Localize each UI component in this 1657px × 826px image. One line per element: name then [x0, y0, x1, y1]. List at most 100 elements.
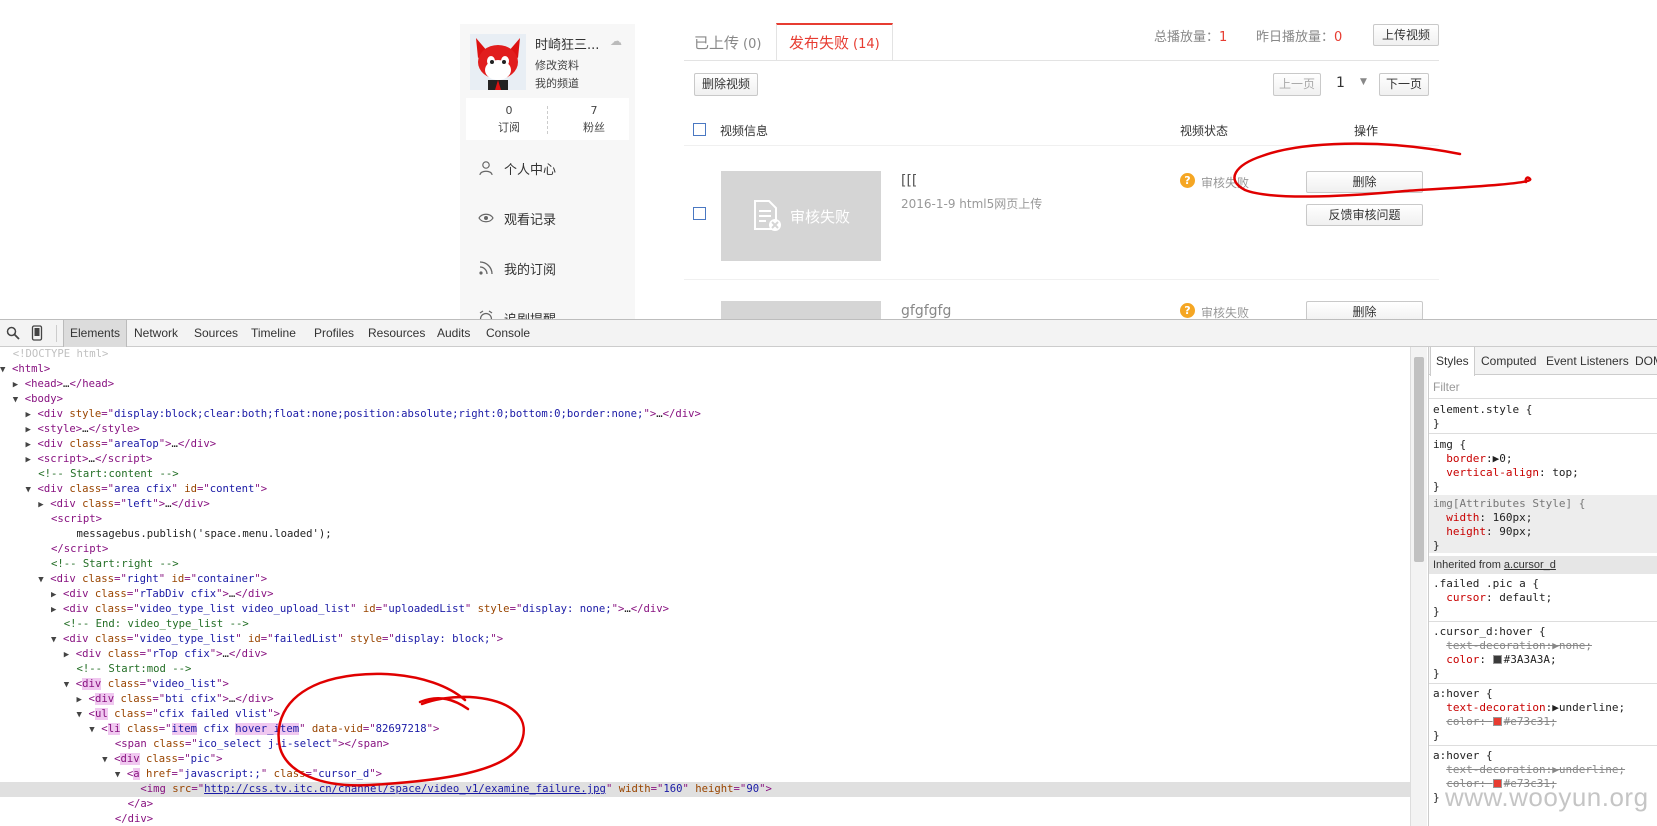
- dom-node[interactable]: ▶ <div class="left">…</div>: [0, 497, 1410, 512]
- page-dropdown-icon[interactable]: ▼: [1360, 77, 1367, 87]
- stat-divider: [547, 106, 548, 134]
- dom-node[interactable]: </script>: [0, 542, 1410, 557]
- dom-node[interactable]: ▶ <div style="display:block;clear:both;fl…: [0, 407, 1410, 422]
- feedback-review-button[interactable]: 反馈审核问题: [1306, 204, 1423, 226]
- dom-node[interactable]: messagebus.publish('space.menu.loaded');: [0, 527, 1410, 542]
- style-rule: element.style {: [1433, 403, 1533, 416]
- dom-node[interactable]: <!-- Start:right -->: [0, 557, 1410, 572]
- inherited-link[interactable]: a.cursor_d: [1504, 559, 1556, 571]
- dom-node[interactable]: ▼ <a href="javascript:;" class="cursor_d"…: [0, 767, 1410, 782]
- video-thumbnail[interactable]: [721, 301, 881, 319]
- style-prop[interactable]: text-decoration:▶underline;: [1433, 763, 1625, 777]
- video-title[interactable]: [[[: [901, 173, 917, 189]
- tabs-divider: [684, 60, 1439, 61]
- tab-dom-breakpoints[interactable]: DOM: [1630, 347, 1657, 375]
- tab-sources[interactable]: Sources: [188, 320, 244, 347]
- row-divider: [684, 279, 1439, 280]
- cloud-icon: ☁: [610, 34, 622, 48]
- scrollbar-thumb[interactable]: [1414, 357, 1424, 562]
- menu-item-drama-alerts[interactable]: 追剧提醒: [478, 306, 556, 319]
- dom-node[interactable]: ▶ <div class="video_type_list video_uploa…: [0, 602, 1410, 617]
- delete-video-button[interactable]: 删除视频: [694, 73, 758, 96]
- dom-node[interactable]: ▶ <div class="bti cfix">…</div>: [0, 692, 1410, 707]
- menu-item-personal-center[interactable]: 个人中心: [478, 156, 556, 180]
- delete-row-button[interactable]: 删除: [1306, 301, 1423, 319]
- avatar[interactable]: [470, 34, 526, 90]
- tab-profiles[interactable]: Profiles: [308, 320, 360, 347]
- prev-page-button[interactable]: 上一页: [1273, 73, 1321, 96]
- next-page-button[interactable]: 下一页: [1379, 73, 1429, 96]
- tab-resources[interactable]: Resources: [362, 320, 431, 347]
- dom-node[interactable]: <!-- Start:content -->: [0, 467, 1410, 482]
- dom-node[interactable]: </div>: [0, 812, 1410, 826]
- dom-node[interactable]: ▶ <div class="rTop cfix">…</div>: [0, 647, 1410, 662]
- inspect-search-icon[interactable]: [6, 326, 20, 340]
- dom-node[interactable]: ▶ <div class="areaTop">…</div>: [0, 437, 1410, 452]
- dom-node[interactable]: <!-- End: video_type_list -->: [0, 617, 1410, 632]
- page-number[interactable]: 1: [1336, 75, 1345, 91]
- dom-node[interactable]: ▶ <div class="rTabDiv cfix">…</div>: [0, 587, 1410, 602]
- my-channel-link[interactable]: 我的频道: [535, 75, 579, 91]
- dom-node[interactable]: ▼ <div class="area cfix" id="content">: [0, 482, 1410, 497]
- dom-node[interactable]: ▼ <html>: [0, 362, 1410, 377]
- styles-filter-input[interactable]: Filter: [1429, 375, 1657, 399]
- tab-audits[interactable]: Audits: [431, 320, 476, 347]
- style-prop[interactable]: text-decoration:▶none;: [1433, 639, 1592, 653]
- edit-profile-link[interactable]: 修改资料: [535, 57, 579, 73]
- dom-node[interactable]: <script>: [0, 512, 1410, 527]
- video-title[interactable]: gfgfgfg: [901, 303, 951, 319]
- dom-node[interactable]: ▼ <div class="pic">: [0, 752, 1410, 767]
- fans-label: 粉丝: [583, 121, 605, 134]
- select-all-checkbox[interactable]: [693, 123, 706, 136]
- dom-node[interactable]: ▼ <li class="item cfix hover_item" data-v…: [0, 722, 1410, 737]
- styles-tabs: Styles Computed Event Listeners DOM: [1429, 347, 1657, 376]
- menu-item-watch-history[interactable]: 观看记录: [478, 206, 556, 230]
- style-prop[interactable]: cursor: default;: [1433, 591, 1552, 605]
- dom-node[interactable]: ▶ <style>…</style>: [0, 422, 1410, 437]
- menu-item-subscriptions[interactable]: 我的订阅: [478, 256, 556, 280]
- tab-failed[interactable]: 发布失败 (14): [776, 23, 893, 61]
- style-prop[interactable]: color: #e73c31;: [1433, 715, 1556, 729]
- video-thumbnail[interactable]: 审核失败: [721, 171, 881, 261]
- question-icon[interactable]: ?: [1180, 173, 1195, 188]
- device-mode-icon[interactable]: [31, 325, 43, 341]
- rule-divider: [1429, 433, 1657, 434]
- dom-node[interactable]: ▼ <div class="video_type_list" id="failed…: [0, 632, 1410, 647]
- tab-console[interactable]: Console: [480, 320, 536, 347]
- dom-node[interactable]: <!-- Start:mod -->: [0, 662, 1410, 677]
- tab-event-listeners[interactable]: Event Listeners: [1541, 347, 1634, 375]
- style-prop[interactable]: border:▶0;: [1433, 452, 1512, 466]
- tab-network[interactable]: Network: [128, 320, 184, 347]
- color-swatch[interactable]: [1492, 655, 1502, 664]
- username[interactable]: 时崎狂三...: [535, 34, 599, 53]
- question-icon[interactable]: ?: [1180, 303, 1195, 318]
- dom-node[interactable]: <span class="ico_select j-i-select"></sp…: [0, 737, 1410, 752]
- dom-node[interactable]: ▼ <div class="right" id="container">: [0, 572, 1410, 587]
- delete-row-button[interactable]: 删除: [1306, 171, 1423, 193]
- dom-node[interactable]: </a>: [0, 797, 1410, 812]
- tab-uploaded[interactable]: 已上传 (0): [684, 26, 771, 60]
- tab-styles[interactable]: Styles: [1430, 347, 1475, 376]
- img-src-link[interactable]: http://css.tv.itc.cn/channel/space/video…: [204, 783, 606, 795]
- style-prop[interactable]: vertical-align: top;: [1433, 466, 1578, 480]
- row-checkbox[interactable]: [693, 207, 706, 220]
- dom-tree-scrollbar[interactable]: [1410, 347, 1427, 826]
- dom-node-selected[interactable]: <img src="http://css.tv.itc.cn/channel/s…: [0, 782, 1410, 797]
- tab-timeline[interactable]: Timeline: [245, 320, 302, 347]
- fans-stat[interactable]: 7 粉丝: [564, 102, 624, 136]
- dom-node[interactable]: ▼ <ul class="cfix failed vlist">: [0, 707, 1410, 722]
- dom-node[interactable]: ▶ <head>…</head>: [0, 377, 1410, 392]
- dom-node[interactable]: ▼ <div class="video_list">: [0, 677, 1410, 692]
- dom-node[interactable]: ▼ <body>: [0, 392, 1410, 407]
- style-prop: height: 90px;: [1446, 525, 1533, 538]
- upload-video-button[interactable]: 上传视频: [1373, 24, 1439, 46]
- style-rule: }: [1433, 667, 1440, 680]
- style-prop[interactable]: color: #3A3A3A;: [1433, 653, 1556, 667]
- tab-computed[interactable]: Computed: [1476, 347, 1541, 375]
- dom-node[interactable]: <!DOCTYPE html>: [0, 347, 1410, 362]
- color-swatch[interactable]: [1492, 717, 1502, 726]
- tab-elements[interactable]: Elements: [63, 320, 128, 347]
- style-prop[interactable]: text-decoration:▶underline;: [1433, 701, 1625, 715]
- dom-node[interactable]: ▶ <script>…</script>: [0, 452, 1410, 467]
- subscriptions-stat[interactable]: 0 订阅: [479, 102, 539, 136]
